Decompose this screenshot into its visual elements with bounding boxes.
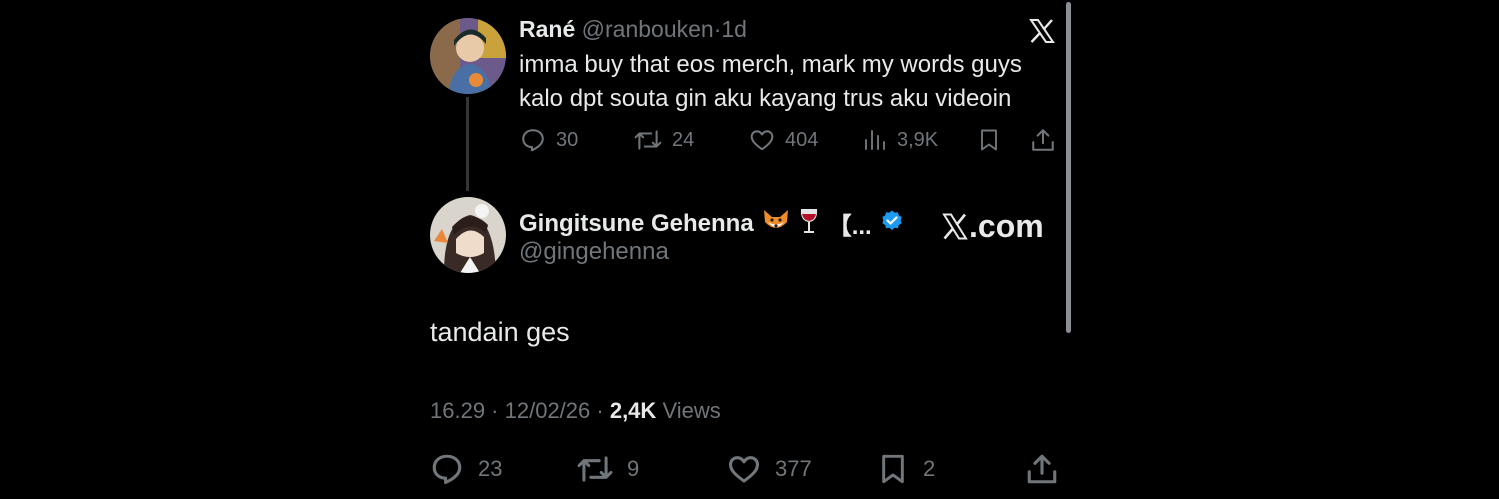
main-tweet-time[interactable]: 16.29 bbox=[430, 398, 485, 423]
bookmark-icon bbox=[981, 129, 997, 151]
parent-text-line-2: kalo dpt souta gin aku kayang trus aku v… bbox=[519, 85, 1012, 112]
parent-reply-count: 30 bbox=[556, 128, 579, 151]
thread-connector-line bbox=[466, 97, 469, 191]
main-display-name[interactable]: Gingitsune Gehenna bbox=[519, 210, 754, 238]
reply-icon bbox=[522, 129, 544, 152]
main-handle[interactable]: @gingehenna bbox=[519, 238, 669, 266]
main-tweet-meta: 16.29 · 12/02/26 · 2,4K Views bbox=[430, 398, 721, 423]
main-share-button[interactable] bbox=[1025, 452, 1059, 486]
share-icon bbox=[1027, 454, 1057, 484]
bookmark-icon bbox=[882, 454, 904, 484]
parent-text-line-1: imma buy that eos merch, mark my words g… bbox=[519, 51, 1022, 78]
parent-like-button[interactable]: 404 bbox=[749, 127, 818, 153]
parent-bookmark-button[interactable] bbox=[977, 127, 1001, 153]
parent-handle[interactable]: @ranbouken bbox=[582, 16, 714, 42]
parent-views-button[interactable]: 3,9K bbox=[863, 127, 938, 153]
main-like-count: 377 bbox=[775, 456, 812, 481]
scrollbar[interactable] bbox=[1066, 2, 1071, 333]
main-views-count: 2,4K bbox=[609, 398, 657, 423]
parent-repost-button[interactable]: 24 bbox=[634, 127, 694, 153]
x-logo-icon bbox=[1029, 19, 1055, 48]
wine-glass-icon bbox=[798, 207, 820, 240]
main-bookmark-button[interactable]: 2 bbox=[877, 452, 935, 486]
main-name-suffix: 【... bbox=[827, 213, 872, 240]
reply-icon bbox=[432, 454, 462, 485]
x-domain-text: .com bbox=[969, 208, 1044, 244]
main-reply-count: 23 bbox=[478, 456, 503, 481]
parent-tweet-text: imma buy that eos merch, mark my words g… bbox=[519, 48, 1022, 116]
repost-icon bbox=[634, 130, 662, 150]
like-icon bbox=[750, 130, 774, 151]
repost-icon bbox=[577, 456, 613, 482]
parent-time[interactable]: 1d bbox=[721, 16, 747, 42]
main-repost-button[interactable]: 9 bbox=[577, 452, 639, 486]
share-icon bbox=[1032, 129, 1054, 151]
parent-like-count: 404 bbox=[785, 128, 819, 151]
views-icon bbox=[865, 130, 885, 150]
parent-display-name[interactable]: Rané bbox=[519, 16, 575, 42]
main-bookmark-count: 2 bbox=[923, 456, 936, 481]
avatar-rane[interactable] bbox=[430, 18, 506, 94]
main-tweet-date[interactable]: 12/02/26 bbox=[505, 398, 591, 423]
main-like-button[interactable]: 377 bbox=[727, 452, 812, 486]
x-com-branding: .com bbox=[942, 208, 1044, 245]
verified-badge-icon bbox=[880, 209, 904, 238]
avatar-gingehenna[interactable] bbox=[430, 197, 506, 273]
fox-emoji-icon bbox=[762, 208, 790, 239]
main-reply-button[interactable]: 23 bbox=[430, 452, 502, 486]
parent-share-button[interactable] bbox=[1030, 127, 1056, 153]
main-repost-count: 9 bbox=[627, 456, 640, 481]
like-icon bbox=[728, 456, 760, 483]
main-views-label: Views bbox=[662, 398, 721, 423]
main-tweet-name-row: Gingitsune Gehenna 【... bbox=[519, 206, 904, 241]
main-tweet-text: tandain ges bbox=[430, 317, 570, 347]
parent-tweet-header: Rané @ranbouken·1d bbox=[519, 16, 747, 43]
parent-repost-count: 24 bbox=[672, 128, 695, 151]
x-logo-icon bbox=[942, 213, 968, 240]
parent-reply-button[interactable]: 30 bbox=[520, 127, 578, 153]
parent-views-count: 3,9K bbox=[897, 128, 939, 151]
